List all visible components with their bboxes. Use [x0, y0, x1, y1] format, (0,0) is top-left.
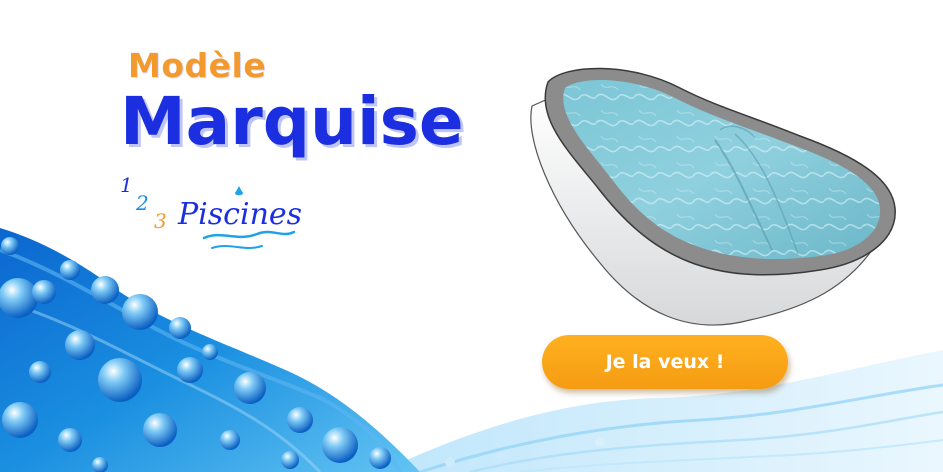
wave-swirl-icon [202, 230, 296, 240]
logo-digit-2: 2 [135, 191, 149, 215]
logo-digit-1: 1 [120, 173, 133, 197]
logo-digit-3: 3 [154, 209, 167, 233]
model-label: Modèle [128, 46, 267, 85]
brand-logo: 1 2 3 Piscines [120, 173, 302, 249]
promo-banner: Modèle Marquise 1 2 3 Piscines Je la veu… [0, 0, 943, 472]
pool-illustration [530, 67, 896, 326]
logo-wordmark: Piscines [177, 197, 302, 232]
water-drop-icon [235, 186, 243, 196]
cta-button[interactable]: Je la veux ! [542, 335, 788, 389]
model-name: Marquise [120, 83, 464, 160]
wave-swirl-small-icon [211, 245, 263, 249]
